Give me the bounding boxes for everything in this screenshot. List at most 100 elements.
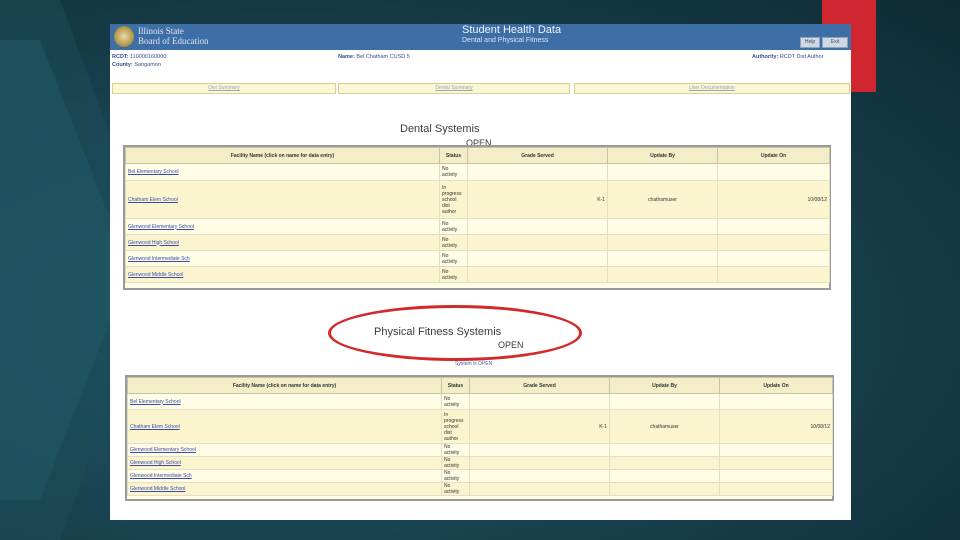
row-update-by: chathamuser — [609, 409, 720, 444]
facility-link[interactable]: Glenwood Middle School — [125, 266, 440, 283]
tab-dist-summary[interactable]: Dist Summary — [112, 83, 336, 94]
col-grade-served: Grade Served — [469, 377, 610, 394]
col-facility-name: Facility Name (click on name for data en… — [127, 377, 442, 394]
fitness-section-status: OPEN — [498, 340, 524, 350]
row-status: No activity — [439, 266, 468, 283]
row-grade — [467, 234, 608, 251]
table-row: Chatham Elem School In progress school d… — [127, 409, 833, 444]
table-row: Glenwood Intermediate Sch No activity — [127, 469, 833, 483]
facility-link[interactable]: Glenwood High School — [127, 456, 442, 470]
row-grade — [467, 218, 608, 235]
facility-link[interactable]: Glenwood Intermediate Sch — [127, 469, 442, 483]
facility-link[interactable]: Glenwood Intermediate Sch — [125, 250, 440, 267]
row-update-on — [717, 218, 830, 235]
row-update-by — [607, 250, 718, 267]
col-grade-served: Grade Served — [467, 147, 608, 164]
row-grade — [469, 393, 610, 410]
row-update-on — [717, 250, 830, 267]
row-status: No activity — [439, 163, 468, 181]
facility-link[interactable]: Chatham Elem School — [127, 409, 442, 444]
row-update-by — [609, 393, 720, 410]
state-seal-icon — [114, 26, 134, 47]
row-grade — [469, 469, 610, 483]
row-status: No activity — [441, 393, 470, 410]
exit-button[interactable]: Exit — [822, 37, 848, 48]
fitness-table: Facility Name (click on name for data en… — [125, 375, 834, 501]
app-title: Student Health Data — [462, 24, 562, 36]
table-row: Glenwood Elementary School No activity — [127, 443, 833, 457]
row-update-on — [717, 163, 830, 181]
row-grade — [469, 456, 610, 470]
dental-section-title: Dental Systemis — [400, 123, 480, 135]
tab-user-documentation[interactable]: User Documentation — [574, 83, 850, 94]
row-update-on — [717, 234, 830, 251]
dental-table-header: Facility Name (click on name for data en… — [125, 147, 830, 164]
district-info: RCDT: 110000160000 County: Sangamon Name… — [112, 54, 824, 68]
row-grade: K-1 — [469, 409, 610, 444]
row-update-by — [607, 266, 718, 283]
row-status: No activity — [441, 469, 470, 483]
table-row: Glenwood Elementary School No activity — [125, 218, 830, 235]
row-update-by — [607, 234, 718, 251]
row-update-by: chathamuser — [607, 180, 718, 219]
col-update-by: Update By — [609, 377, 720, 394]
row-status: In progress school dist author — [439, 180, 468, 219]
table-row: Bel Elementary School No activity — [127, 393, 833, 410]
row-grade — [469, 443, 610, 457]
row-status: No activity — [441, 443, 470, 457]
table-row: Bel Elementary School No activity — [125, 163, 830, 181]
fitness-table-header: Facility Name (click on name for data en… — [127, 377, 833, 394]
col-status: Status — [439, 147, 468, 164]
app-header: Illinois State Board of Education Studen… — [110, 24, 851, 50]
table-row: Glenwood High School No activity — [125, 234, 830, 251]
facility-link[interactable]: Glenwood High School — [125, 234, 440, 251]
table-row: Chatham Elem School In progress school d… — [125, 180, 830, 219]
row-grade — [467, 163, 608, 181]
table-row: Glenwood Middle School No activity — [127, 482, 833, 496]
tab-dental-summary[interactable]: Dental Summary — [338, 83, 570, 94]
row-status: In progress school dist author — [441, 409, 470, 444]
row-update-by — [607, 163, 718, 181]
facility-link[interactable]: Glenwood Middle School — [127, 482, 442, 496]
facility-link[interactable]: Bel Elementary School — [125, 163, 440, 181]
row-status: No activity — [439, 234, 468, 251]
table-row: Glenwood Intermediate Sch No activity — [125, 250, 830, 267]
row-status: No activity — [439, 250, 468, 267]
nav-tabs: Dist Summary Dental Summary User Documen… — [110, 83, 851, 94]
facility-link[interactable]: Glenwood Elementary School — [125, 218, 440, 235]
board-logo-text: Illinois State Board of Education — [138, 26, 209, 46]
row-update-by — [609, 456, 720, 470]
row-status: No activity — [439, 218, 468, 235]
row-update-on — [719, 456, 833, 470]
facility-link[interactable]: Glenwood Elementary School — [127, 443, 442, 457]
row-update-on — [719, 482, 833, 496]
row-update-on — [717, 266, 830, 283]
dental-table: Facility Name (click on name for data en… — [123, 145, 831, 290]
col-facility-name: Facility Name (click on name for data en… — [125, 147, 440, 164]
col-update-on: Update On — [719, 377, 833, 394]
table-row: Glenwood High School No activity — [127, 456, 833, 470]
row-update-on: 10/08/12 — [719, 409, 833, 444]
system-open-text: System is OPEN — [455, 361, 493, 367]
col-update-by: Update By — [607, 147, 718, 164]
facility-link[interactable]: Chatham Elem School — [125, 180, 440, 219]
help-button[interactable]: Help — [800, 37, 820, 48]
fitness-section-title: Physical Fitness Systemis — [374, 326, 502, 338]
row-grade — [469, 482, 610, 496]
row-update-by — [609, 443, 720, 457]
row-status: No activity — [441, 456, 470, 470]
row-grade: K-1 — [467, 180, 608, 219]
row-status: No activity — [441, 482, 470, 496]
row-update-by — [607, 218, 718, 235]
col-status: Status — [441, 377, 470, 394]
row-update-on — [719, 393, 833, 410]
row-grade — [467, 266, 608, 283]
col-update-on: Update On — [717, 147, 830, 164]
facility-link[interactable]: Bel Elementary School — [127, 393, 442, 410]
row-update-on: 10/08/12 — [717, 180, 830, 219]
app-subtitle: Dental and Physical Fitness — [462, 37, 549, 44]
row-update-by — [609, 482, 720, 496]
row-update-on — [719, 469, 833, 483]
row-grade — [467, 250, 608, 267]
screenshot-window: Illinois State Board of Education Studen… — [110, 24, 851, 520]
